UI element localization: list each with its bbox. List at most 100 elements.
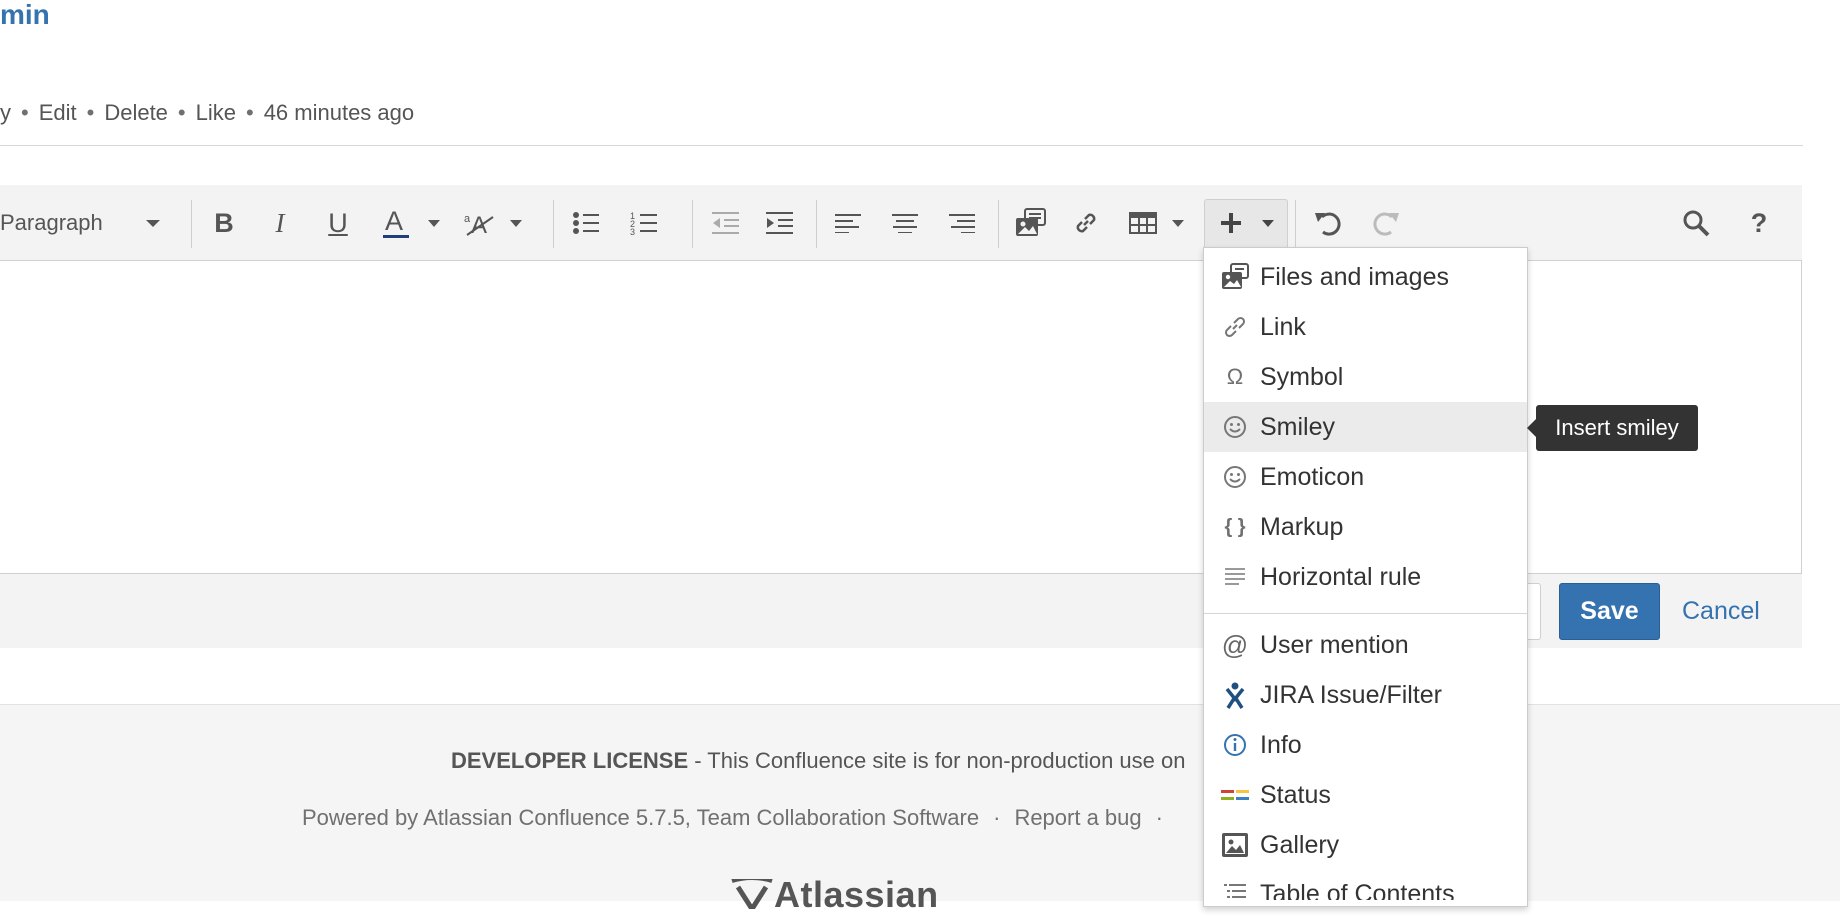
- chevron-down-icon: [1262, 219, 1274, 227]
- text-color-button[interactable]: A: [378, 185, 414, 261]
- cancel-link[interactable]: Cancel: [1682, 595, 1760, 627]
- text-color-icon: A: [383, 206, 409, 238]
- powered-by-line: Powered by Atlassian Confluence 5.7.5, T…: [302, 804, 1177, 832]
- align-right-icon: [949, 214, 975, 233]
- menu-item-info[interactable]: Info: [1204, 720, 1527, 770]
- chevron-down-icon: [510, 219, 522, 227]
- menu-item-label: Symbol: [1260, 362, 1344, 391]
- comment-action-like[interactable]: Like: [196, 100, 236, 125]
- menu-item-markup[interactable]: { } Markup: [1204, 502, 1527, 552]
- help-button[interactable]: ?: [1742, 185, 1776, 261]
- table-icon: [1129, 212, 1157, 234]
- gallery-icon: [1222, 833, 1248, 857]
- powered-by-link[interactable]: Powered by Atlassian Confluence 5.7.5, T…: [302, 805, 979, 830]
- underline-icon: U: [328, 207, 348, 238]
- menu-item-label: Link: [1260, 312, 1306, 341]
- menu-item-status[interactable]: Status: [1204, 770, 1527, 820]
- menu-item-link[interactable]: Link: [1204, 302, 1527, 352]
- toc-icon: [1224, 884, 1246, 898]
- menu-item-label: JIRA Issue/Filter: [1260, 680, 1442, 709]
- comment-author-name[interactable]: min: [0, 0, 50, 30]
- license-text: - This Confluence site is for non-produc…: [688, 748, 1186, 773]
- menu-item-horizontal-rule[interactable]: Horizontal rule: [1204, 552, 1527, 602]
- paragraph-format-label: Paragraph: [0, 210, 103, 235]
- comment-actions: y • Edit • Delete • Like • 46 minutes ago: [0, 100, 415, 125]
- outdent-button[interactable]: [708, 185, 744, 261]
- markup-icon: { }: [1224, 515, 1246, 538]
- tooltip: Insert smiley: [1536, 405, 1698, 451]
- atlassian-logo[interactable]: Atlassian: [730, 874, 939, 916]
- image-icon: [1016, 208, 1046, 236]
- toolbar-separator: [553, 200, 554, 248]
- underline-button[interactable]: U: [320, 185, 356, 261]
- table-dropdown[interactable]: [1168, 185, 1188, 261]
- editor-content-area[interactable]: [0, 262, 1801, 572]
- files-images-icon: [1222, 263, 1249, 289]
- align-center-icon: [892, 214, 918, 233]
- bullet-list-button[interactable]: [568, 185, 604, 261]
- save-button[interactable]: Save: [1559, 583, 1660, 640]
- numbered-list-icon: 123: [630, 211, 657, 235]
- menu-item-user-mention[interactable]: @ User mention: [1204, 620, 1527, 670]
- menu-item-emoticon[interactable]: Emoticon: [1204, 452, 1527, 502]
- menu-item-label: Gallery: [1260, 830, 1340, 859]
- indent-icon: [766, 212, 793, 234]
- menu-item-jira[interactable]: JIRA Issue/Filter: [1204, 670, 1527, 720]
- menu-item-table-of-contents[interactable]: Table of Contents: [1204, 870, 1527, 900]
- jira-icon: [1225, 682, 1245, 709]
- outdent-icon: [712, 212, 739, 234]
- formatting-icon: aA: [464, 212, 494, 237]
- footer-separator: ·: [993, 805, 1001, 830]
- comment-action-edit[interactable]: Edit: [39, 100, 77, 125]
- menu-item-label: Table of Contents: [1260, 880, 1455, 900]
- divider: [0, 145, 1803, 146]
- svg-text:A: A: [471, 212, 487, 237]
- comment-action-delete[interactable]: Delete: [104, 100, 168, 125]
- align-left-button[interactable]: [830, 185, 866, 261]
- italic-button[interactable]: I: [262, 185, 298, 261]
- menu-item-smiley[interactable]: Smiley: [1204, 402, 1527, 452]
- align-left-icon: [835, 214, 861, 233]
- license-title: DEVELOPER LICENSE: [451, 748, 689, 773]
- comment-timestamp: 46 minutes ago: [263, 100, 415, 125]
- align-center-button[interactable]: [887, 185, 923, 261]
- redo-icon: [1373, 212, 1399, 236]
- menu-item-label: Files and images: [1260, 262, 1449, 291]
- insert-link-button[interactable]: [1068, 185, 1104, 261]
- menu-item-label: Status: [1260, 780, 1331, 809]
- svg-text:A: A: [385, 206, 403, 236]
- atlassian-logo-icon: [731, 876, 773, 914]
- horizontal-rule-icon: [1225, 568, 1245, 585]
- menu-item-gallery[interactable]: Gallery: [1204, 820, 1527, 870]
- toolbar-separator: [191, 200, 192, 248]
- undo-icon: [1315, 212, 1341, 236]
- menu-item-label: User mention: [1260, 630, 1409, 659]
- numbered-list-button[interactable]: 123: [626, 185, 662, 261]
- search-icon: [1683, 210, 1710, 237]
- text-color-dropdown[interactable]: [424, 185, 444, 261]
- menu-item-symbol[interactable]: Ω Symbol: [1204, 352, 1527, 402]
- find-replace-button[interactable]: [1678, 185, 1714, 261]
- comment-action-reply-fragment[interactable]: y: [0, 100, 11, 125]
- menu-item-label: Emoticon: [1260, 462, 1365, 491]
- smiley-icon: [1224, 416, 1246, 438]
- menu-item-label: Info: [1260, 730, 1302, 759]
- insert-image-button[interactable]: [1012, 185, 1050, 261]
- svg-text:a: a: [464, 213, 471, 225]
- help-icon: ?: [1750, 207, 1768, 238]
- align-right-button[interactable]: [944, 185, 980, 261]
- toolbar-separator: [998, 200, 999, 248]
- formatting-button[interactable]: aA: [460, 185, 500, 261]
- toolbar-separator: [1295, 200, 1296, 248]
- bold-button[interactable]: B: [206, 185, 242, 261]
- toolbar-separator: [816, 200, 817, 248]
- plus-icon: [1221, 213, 1241, 233]
- page-footer: [0, 704, 1840, 901]
- indent-button[interactable]: [762, 185, 798, 261]
- insert-table-button[interactable]: [1124, 185, 1162, 261]
- menu-item-files-images[interactable]: Files and images: [1204, 252, 1527, 302]
- report-bug-link[interactable]: Report a bug: [1014, 805, 1141, 830]
- omega-icon: Ω: [1226, 364, 1244, 389]
- emoticon-icon: [1224, 466, 1246, 488]
- formatting-dropdown[interactable]: [506, 185, 526, 261]
